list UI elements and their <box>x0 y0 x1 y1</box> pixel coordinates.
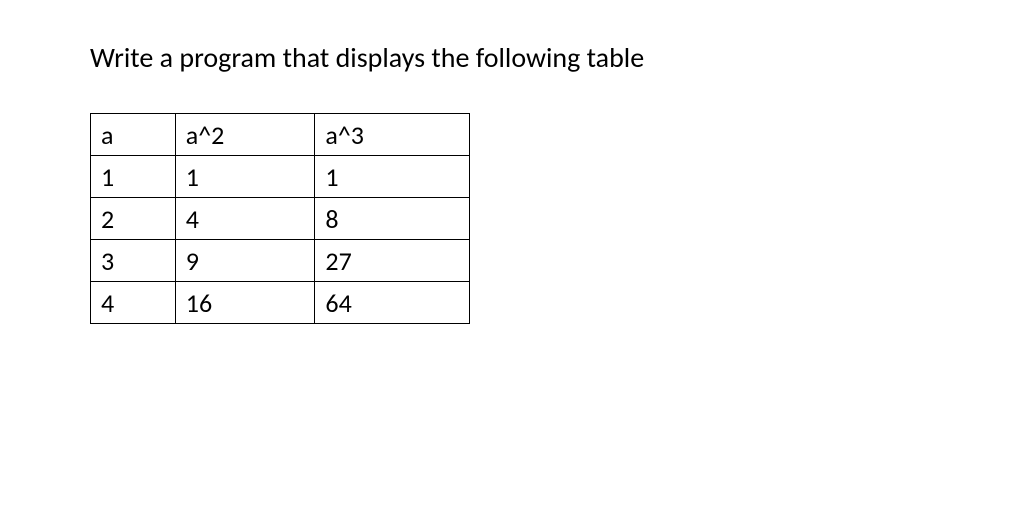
table-cell: 4 <box>175 198 315 240</box>
table-cell: 4 <box>91 282 176 324</box>
table-row: 1 1 1 <box>91 156 470 198</box>
table-row: 4 16 64 <box>91 282 470 324</box>
page-title: Write a program that displays the follow… <box>90 40 934 75</box>
table-cell: 1 <box>91 156 176 198</box>
table-cell: 64 <box>315 282 470 324</box>
table-cell: 2 <box>91 198 176 240</box>
table-cell: 1 <box>315 156 470 198</box>
table-cell: 1 <box>175 156 315 198</box>
header-cell-a2: a^2 <box>175 114 315 156</box>
header-cell-a3: a^3 <box>315 114 470 156</box>
header-cell-a: a <box>91 114 176 156</box>
table-cell: 16 <box>175 282 315 324</box>
table-cell: 8 <box>315 198 470 240</box>
table-cell: 27 <box>315 240 470 282</box>
powers-table: a a^2 a^3 1 1 1 2 4 8 3 9 27 4 16 64 <box>90 113 470 324</box>
table-cell: 9 <box>175 240 315 282</box>
table-header-row: a a^2 a^3 <box>91 114 470 156</box>
table-cell: 3 <box>91 240 176 282</box>
table-row: 2 4 8 <box>91 198 470 240</box>
table-row: 3 9 27 <box>91 240 470 282</box>
